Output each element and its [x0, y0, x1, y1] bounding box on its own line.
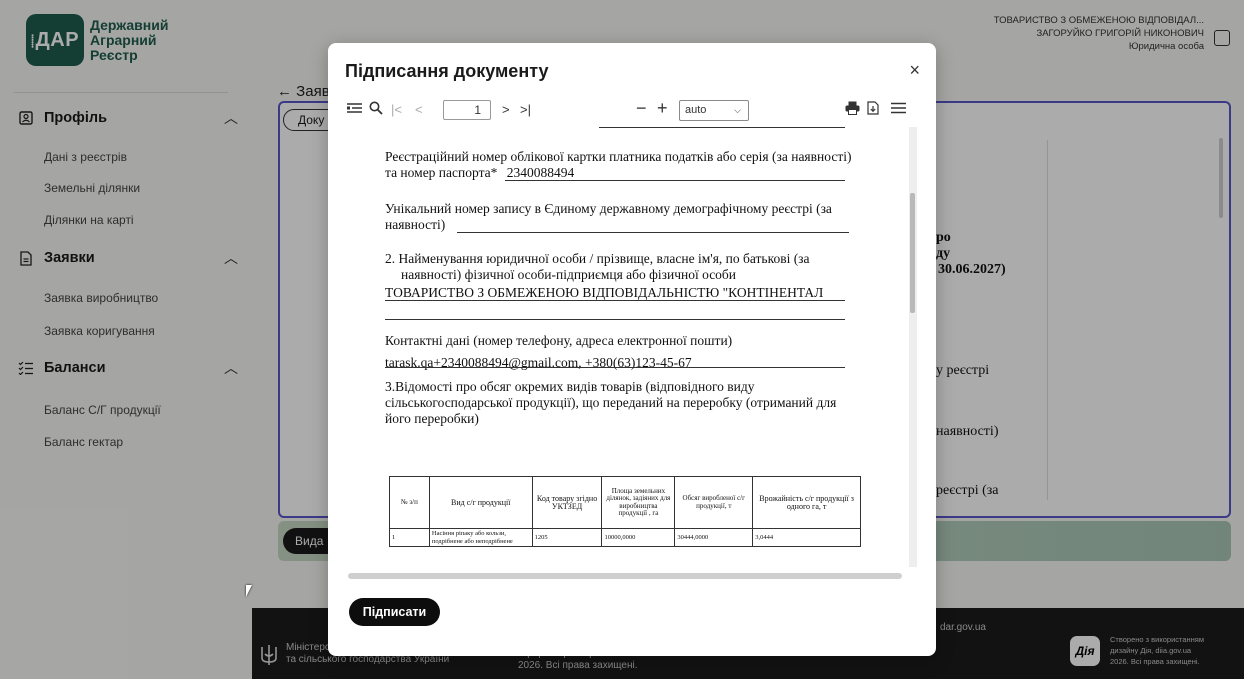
previous-page-icon[interactable]: < — [415, 101, 423, 119]
next-page-icon[interactable]: > — [502, 101, 510, 119]
doc-entity-name-value: ТОВАРИСТВО З ОБМЕЖЕНОЮ ВІДПОВІДАЛЬНІСТЮ … — [385, 285, 824, 300]
underline — [385, 367, 845, 368]
pdf-toolbar: |< < 1 > >| − + auto ⌵ — [345, 97, 917, 125]
doc-section-3-heading: 3.Відомості про обсяг окремих видів това… — [385, 379, 837, 426]
underline — [385, 319, 845, 320]
table-header-cell: № з/п — [389, 476, 430, 529]
table-cell: 30444,0000 — [674, 528, 754, 547]
download-icon[interactable] — [867, 101, 879, 120]
last-page-icon[interactable]: >| — [520, 101, 531, 119]
table-header-row: № з/п Вид с/г продукції Код товару згідн… — [389, 476, 861, 529]
page-number-input[interactable]: 1 — [443, 100, 491, 120]
doc-demographic-record-label: Унікальний номер запису в Єдиному держав… — [385, 201, 832, 232]
table-header-cell: Площа земельних ділянок, задіяних для ви… — [601, 476, 676, 529]
sign-document-modal: Підписання документу × |< < 1 > >| − + a… — [328, 43, 936, 656]
table-cell: 1205 — [531, 528, 603, 547]
table-cell: 1 — [389, 528, 430, 547]
pdf-viewer[interactable]: Реєстраційний номер облікової картки пла… — [345, 127, 917, 581]
sign-button[interactable]: Підписати — [349, 598, 440, 626]
print-icon[interactable] — [845, 101, 860, 120]
doc-entity-name-label: 2. Найменування юридичної особи / прізви… — [385, 251, 865, 301]
doc-contacts-label: Контактні дані (номер телефону, адреса е… — [385, 333, 865, 371]
doc-tax-number-label: Реєстраційний номер облікової картки пла… — [385, 149, 852, 180]
sidebar-toggle-icon[interactable] — [347, 101, 362, 119]
chevron-down-icon: ⌵ — [734, 105, 741, 115]
table-header-cell: Код товару згідно УКТЗЕД — [531, 476, 603, 529]
table-cell: 3,0444 — [752, 528, 861, 547]
products-table: № з/п Вид с/г продукції Код товару згідн… — [389, 476, 861, 547]
underline — [457, 232, 849, 233]
underline — [385, 300, 845, 301]
table-header-cell: Обсяг виробленої с/г продукції, т — [674, 476, 754, 529]
doc-tax-number-value: 2340088494 — [506, 165, 575, 180]
search-icon[interactable] — [369, 101, 383, 120]
table-header-cell: Вид с/г продукції — [428, 476, 533, 529]
zoom-out-icon[interactable]: − — [636, 99, 647, 117]
table-header-cell: Врожайність с/г продукції з одного га, т — [752, 476, 861, 529]
menu-icon[interactable] — [891, 101, 906, 119]
mouse-cursor-icon — [246, 585, 258, 597]
close-icon[interactable]: × — [909, 60, 920, 81]
first-page-icon[interactable]: |< — [391, 101, 402, 119]
underline — [505, 180, 845, 181]
pdf-vertical-scroll-thumb[interactable] — [910, 193, 915, 313]
table-cell: 10000,0000 — [601, 528, 676, 547]
zoom-select[interactable]: auto ⌵ — [679, 100, 749, 121]
pdf-horizontal-scrollbar[interactable] — [348, 573, 902, 579]
underline — [599, 127, 845, 128]
pdf-page: Реєстраційний номер облікової картки пла… — [345, 127, 903, 581]
doc-contacts-value: tarask.qa+2340088494@gmail.com, +380(63)… — [385, 355, 692, 370]
modal-title: Підписання документу — [345, 61, 549, 81]
zoom-in-icon[interactable]: + — [657, 99, 668, 117]
table-row: 1 Насіння ріпаку або кользи, подрібнене … — [389, 528, 861, 547]
table-cell: Насіння ріпаку або кользи, подрібнене аб… — [428, 528, 533, 547]
